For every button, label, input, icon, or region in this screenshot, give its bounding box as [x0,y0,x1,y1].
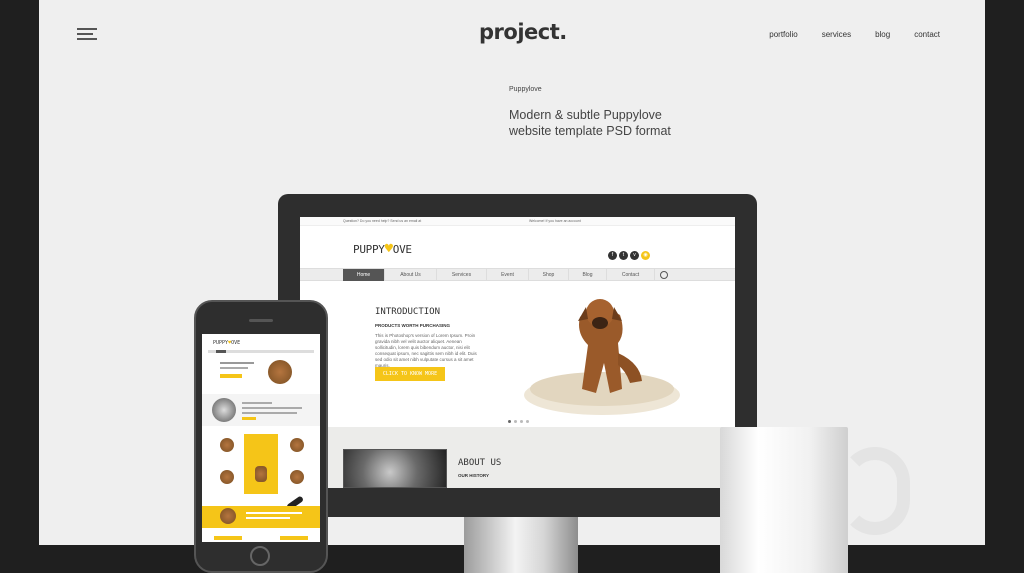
site-logo[interactable]: project. [479,20,567,44]
nav-about-us[interactable]: About Us [385,269,437,281]
social-icons: f t v ◉ [608,251,650,260]
mobile-about-photo [212,398,236,422]
mobile-banner-dog-image [220,508,236,524]
monitor-stand [464,517,578,573]
project-title: Modern & subtle Puppylove website templa… [509,108,671,138]
puppylove-logo[interactable]: PUPPY♥OVE [353,241,412,257]
mobile-footer-block [214,536,242,540]
facebook-icon[interactable]: f [608,251,617,260]
hero-subtitle: PRODUCTS WORTH PURCHASING [375,323,450,328]
nav-shop[interactable]: Shop [529,269,569,281]
mobile-hero-cta[interactable] [220,374,242,378]
hero-paragraph: This is Photoshop's version of Lorem Ips… [375,333,477,368]
about-subtitle: OUR HISTORY [458,473,490,478]
pagination-dot[interactable] [508,420,511,423]
mobile-service-dog-image [255,466,267,482]
coffee-mug [720,427,848,573]
top-right-text: Welcome! If you have an account [529,218,581,223]
desktop-screen: Question? Do you need help? Send us an e… [300,217,735,488]
mobile-services-highlight [244,434,278,494]
phone-home-button[interactable] [250,546,270,566]
mobile-about-line [242,412,297,414]
mug-handle [840,447,910,535]
mobile-service-dog-image [290,438,304,452]
nav-home[interactable]: Home [343,269,385,281]
mobile-hero-line [220,367,248,369]
mobile-service-dog-image [290,470,304,484]
hero-title: INTRODUCTION [375,307,441,317]
about-photo [343,449,447,488]
twitter-icon[interactable]: t [619,251,628,260]
about-section: ABOUT US OUR HISTORY [300,427,735,488]
hero-cta-button[interactable]: CLICK TO KNOW MORE [375,367,445,381]
nav-blog[interactable]: blog [875,30,890,39]
mobile-footer-block [280,536,308,540]
project-tag: Puppylove [509,86,542,93]
mobile-nav[interactable] [208,350,314,353]
puppylove-nav: Home About Us Services Event Shop Blog C… [300,268,735,281]
phone-mockup: PUPPY♥OVE [194,300,328,573]
search-icon[interactable] [660,271,668,279]
hero-pagination [508,420,529,423]
vimeo-icon[interactable]: v [630,251,639,260]
mobile-about-line [242,407,302,409]
phone-speaker [249,319,273,322]
hamburger-menu-icon[interactable] [77,28,97,42]
nav-services[interactable]: services [822,30,851,39]
pagination-dot[interactable] [520,420,523,423]
nav-event[interactable]: Event [487,269,529,281]
mobile-about-cta[interactable] [242,417,256,420]
top-navigation: portfolio services blog contact [769,30,940,39]
mobile-banner-line [246,517,290,519]
mobile-logo[interactable]: PUPPY♥OVE [213,340,240,346]
mobile-about-line [242,402,272,404]
nav-services[interactable]: Services [437,269,487,281]
mobile-hero-text [220,362,254,364]
nav-contact[interactable]: Contact [607,269,655,281]
mobile-screen: PUPPY♥OVE [202,334,320,542]
rss-icon[interactable]: ◉ [641,251,650,260]
mobile-banner-line [246,512,302,514]
pagination-dot[interactable] [514,420,517,423]
heart-icon: ♥ [384,241,393,257]
nav-blog[interactable]: Blog [569,269,607,281]
monitor-mockup: Question? Do you need help? Send us an e… [278,194,757,517]
pagination-dot[interactable] [526,420,529,423]
about-title: ABOUT US [458,458,502,468]
top-info-strip: Question? Do you need help? Send us an e… [300,217,735,226]
nav-contact[interactable]: contact [914,30,940,39]
mobile-service-dog-image [220,470,234,484]
dog-on-cushion-image [524,299,680,415]
nav-portfolio[interactable]: portfolio [769,30,797,39]
mobile-hero-dog-image [268,360,292,384]
mobile-service-dog-image [220,438,234,452]
top-left-text: Question? Do you need help? Send us an e… [343,218,422,223]
